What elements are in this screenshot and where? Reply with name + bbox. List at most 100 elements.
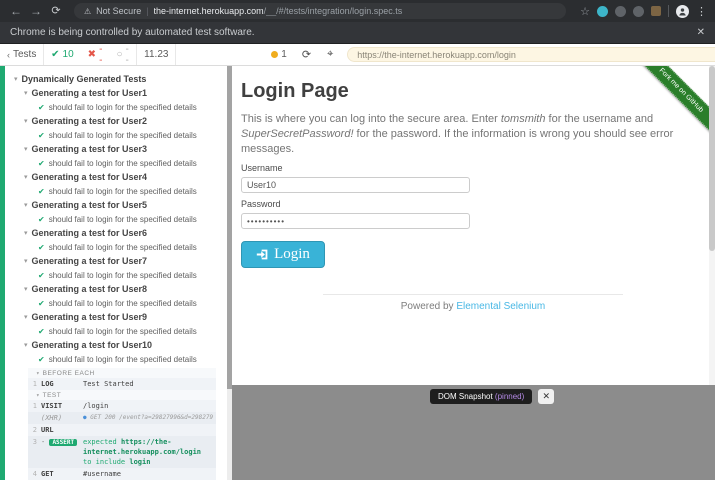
log-section-header[interactable]: ▾TEST	[28, 390, 216, 400]
extension-icon-3[interactable]	[633, 6, 644, 17]
suite-block: ▾Generating a test for User5✔should fail…	[24, 198, 224, 226]
test-reporter: ▾ Dynamically Generated Tests ▾Generatin…	[0, 66, 232, 480]
caret-down-icon: ▾	[24, 313, 28, 321]
suite-block: ▾Generating a test for User10✔should fai…	[24, 338, 224, 366]
command-message: #username	[83, 469, 213, 479]
suite-title: Generating a test for User4	[32, 172, 148, 182]
suite-block: ▾ Generating a test for User8 ✔should fail…	[24, 282, 224, 310]
person-icon	[678, 7, 687, 16]
suite-title-row[interactable]: ▾Generating a test for User9	[24, 310, 224, 324]
profile-avatar[interactable]	[676, 5, 689, 18]
command-number: 1	[28, 379, 41, 389]
username-field[interactable]	[241, 177, 470, 193]
suite-title: Generating a test for User8	[32, 284, 148, 294]
test-row[interactable]: ✔should fail to login for the specified …	[38, 296, 224, 310]
main-content: ▾ Dynamically Generated Tests ▾Generatin…	[0, 66, 715, 480]
test-row[interactable]: ✔should fail to login for the specified …	[38, 268, 224, 282]
aut-reload-icon[interactable]: ⟳	[294, 48, 319, 61]
caret-down-icon: ▾	[24, 117, 28, 125]
command-row[interactable]: 2URL	[28, 424, 216, 436]
test-passed-icon: ✔	[38, 327, 45, 336]
failed-count: --	[99, 44, 102, 66]
extension-icon-1[interactable]	[597, 6, 608, 17]
command-row[interactable]: 1VISIT/login	[28, 400, 216, 412]
back-to-tests-button[interactable]: ‹ Tests	[0, 44, 43, 65]
root-suite-row[interactable]: ▾ Dynamically Generated Tests	[14, 72, 224, 86]
username-label: Username	[241, 163, 470, 173]
extension-icon-4[interactable]	[651, 6, 661, 16]
suite-title-row[interactable]: ▾Generating a test for User4	[24, 170, 224, 184]
selector-playground-icon[interactable]: ⌖	[319, 48, 341, 61]
aut-scrollbar[interactable]	[709, 66, 715, 385]
suite-title-row[interactable]: ▾Generating a test for User2	[24, 114, 224, 128]
test-row[interactable]: ✔ should fail to login for the specified …	[38, 324, 224, 338]
test-passed-icon: ✔	[38, 299, 45, 308]
test-row[interactable]: ✔should fail to login for the specified …	[38, 240, 224, 254]
command-message: ● GET 200 /event?a=29827996&d=29827996&y…	[83, 413, 213, 423]
command-name: GET	[41, 469, 83, 479]
command-row[interactable]: (XHR)● GET 200 /event?a=29827996&d=29827…	[28, 412, 216, 424]
suite-title-row[interactable]: ▾Generating a test for User5	[24, 198, 224, 212]
suite-block: ▾Generating a test for User2✔should fail…	[24, 114, 224, 142]
command-row[interactable]: 3- ASSERTexpected https://the-internet.h…	[28, 436, 216, 468]
banner-close-icon[interactable]: ✕	[697, 27, 705, 38]
command-row[interactable]: 4GET#username	[28, 468, 216, 480]
snapshot-close-button[interactable]: ✕	[538, 389, 554, 404]
browser-menu-icon[interactable]: ⋮	[696, 5, 707, 18]
test-row[interactable]: ✔should fail to login for the specified …	[38, 156, 224, 170]
suite-title-row[interactable]: ▾Generating a test for User10	[24, 338, 224, 352]
test-passed-icon: ✔	[38, 103, 45, 112]
suite-title: Generating a test for User7	[32, 256, 148, 266]
pending-stat[interactable]: ○ --	[109, 44, 136, 65]
automation-banner: Chrome is being controlled by automated …	[0, 22, 715, 44]
address-bar[interactable]: ⚠ Not Secure | the-internet.herokuapp.co…	[74, 3, 566, 19]
suite-title-row[interactable]: ▾Generating a test for User6	[24, 226, 224, 240]
test-row[interactable]: ✔should fail to login for the specified …	[38, 184, 224, 198]
test-duration: 11.23	[137, 44, 175, 65]
aut-scrollbar-thumb[interactable]	[709, 66, 715, 251]
reload-icon[interactable]: ⟳	[48, 0, 64, 22]
log-section-header[interactable]: ▾BEFORE EACH	[28, 368, 216, 378]
extension-icon-2[interactable]	[615, 6, 626, 17]
login-button[interactable]: Login	[241, 241, 325, 268]
command-number: 4	[28, 469, 41, 479]
test-row[interactable]: ✔should fail to login for the specified …	[38, 100, 224, 114]
chevron-left-icon: ‹	[7, 50, 10, 60]
pinned-indicator[interactable]: 1	[264, 44, 294, 65]
suite-title: Generating a test for User1	[32, 88, 148, 98]
pass-indicator-strip	[0, 66, 5, 480]
caret-down-icon: ▾	[24, 341, 28, 349]
test-title: should fail to login for the specified d…	[49, 327, 197, 336]
suite-title-row[interactable]: ▾Generating a test for User7	[24, 254, 224, 268]
test-passed-icon: ✔	[38, 243, 45, 252]
failed-stat[interactable]: ✖ --	[81, 44, 110, 65]
suite-title: Generating a test for User5	[32, 200, 148, 210]
password-field[interactable]	[241, 213, 470, 229]
forward-icon[interactable]: →	[28, 0, 44, 22]
url-domain: the-internet.herokuapp.com	[154, 6, 264, 16]
test-row[interactable]: ✔should fail to login for the specified …	[38, 128, 224, 142]
test-passed-icon: ✔	[38, 355, 45, 364]
test-row[interactable]: ✔should fail to login for the specified …	[38, 352, 224, 366]
suite-title-row[interactable]: ▾Generating a test for User3	[24, 142, 224, 156]
suite-title-row[interactable]: ▾ Generating a test for User8	[24, 282, 224, 296]
suites-container: ▾Generating a test for User1✔should fail…	[14, 86, 224, 366]
aut-url-bar[interactable]: https://the-internet.herokuapp.com/login	[347, 47, 715, 62]
test-title: should fail to login for the specified d…	[49, 131, 197, 140]
sign-in-icon	[256, 248, 269, 261]
pinned-label: (pinned)	[495, 392, 524, 401]
login-form: Username Password Login	[241, 163, 470, 269]
command-number	[28, 413, 41, 423]
caret-down-icon: ▾	[24, 285, 28, 293]
command-row[interactable]: 1LOGTest Started	[28, 378, 216, 390]
suite-block: ▾Generating a test for User3✔should fail…	[24, 142, 224, 170]
toolbar-divider	[668, 5, 669, 17]
test-row[interactable]: ✔should fail to login for the specified …	[38, 212, 224, 226]
bookmark-star-icon[interactable]: ☆	[580, 5, 590, 18]
suite-title: Generating a test for User3	[32, 144, 148, 154]
elemental-selenium-link[interactable]: Elemental Selenium	[456, 301, 545, 312]
back-icon[interactable]: ←	[8, 0, 24, 22]
suite-title-row[interactable]: ▾Generating a test for User1	[24, 86, 224, 100]
command-name: VISIT	[41, 401, 83, 411]
passed-stat[interactable]: ✔ 10	[44, 44, 81, 65]
